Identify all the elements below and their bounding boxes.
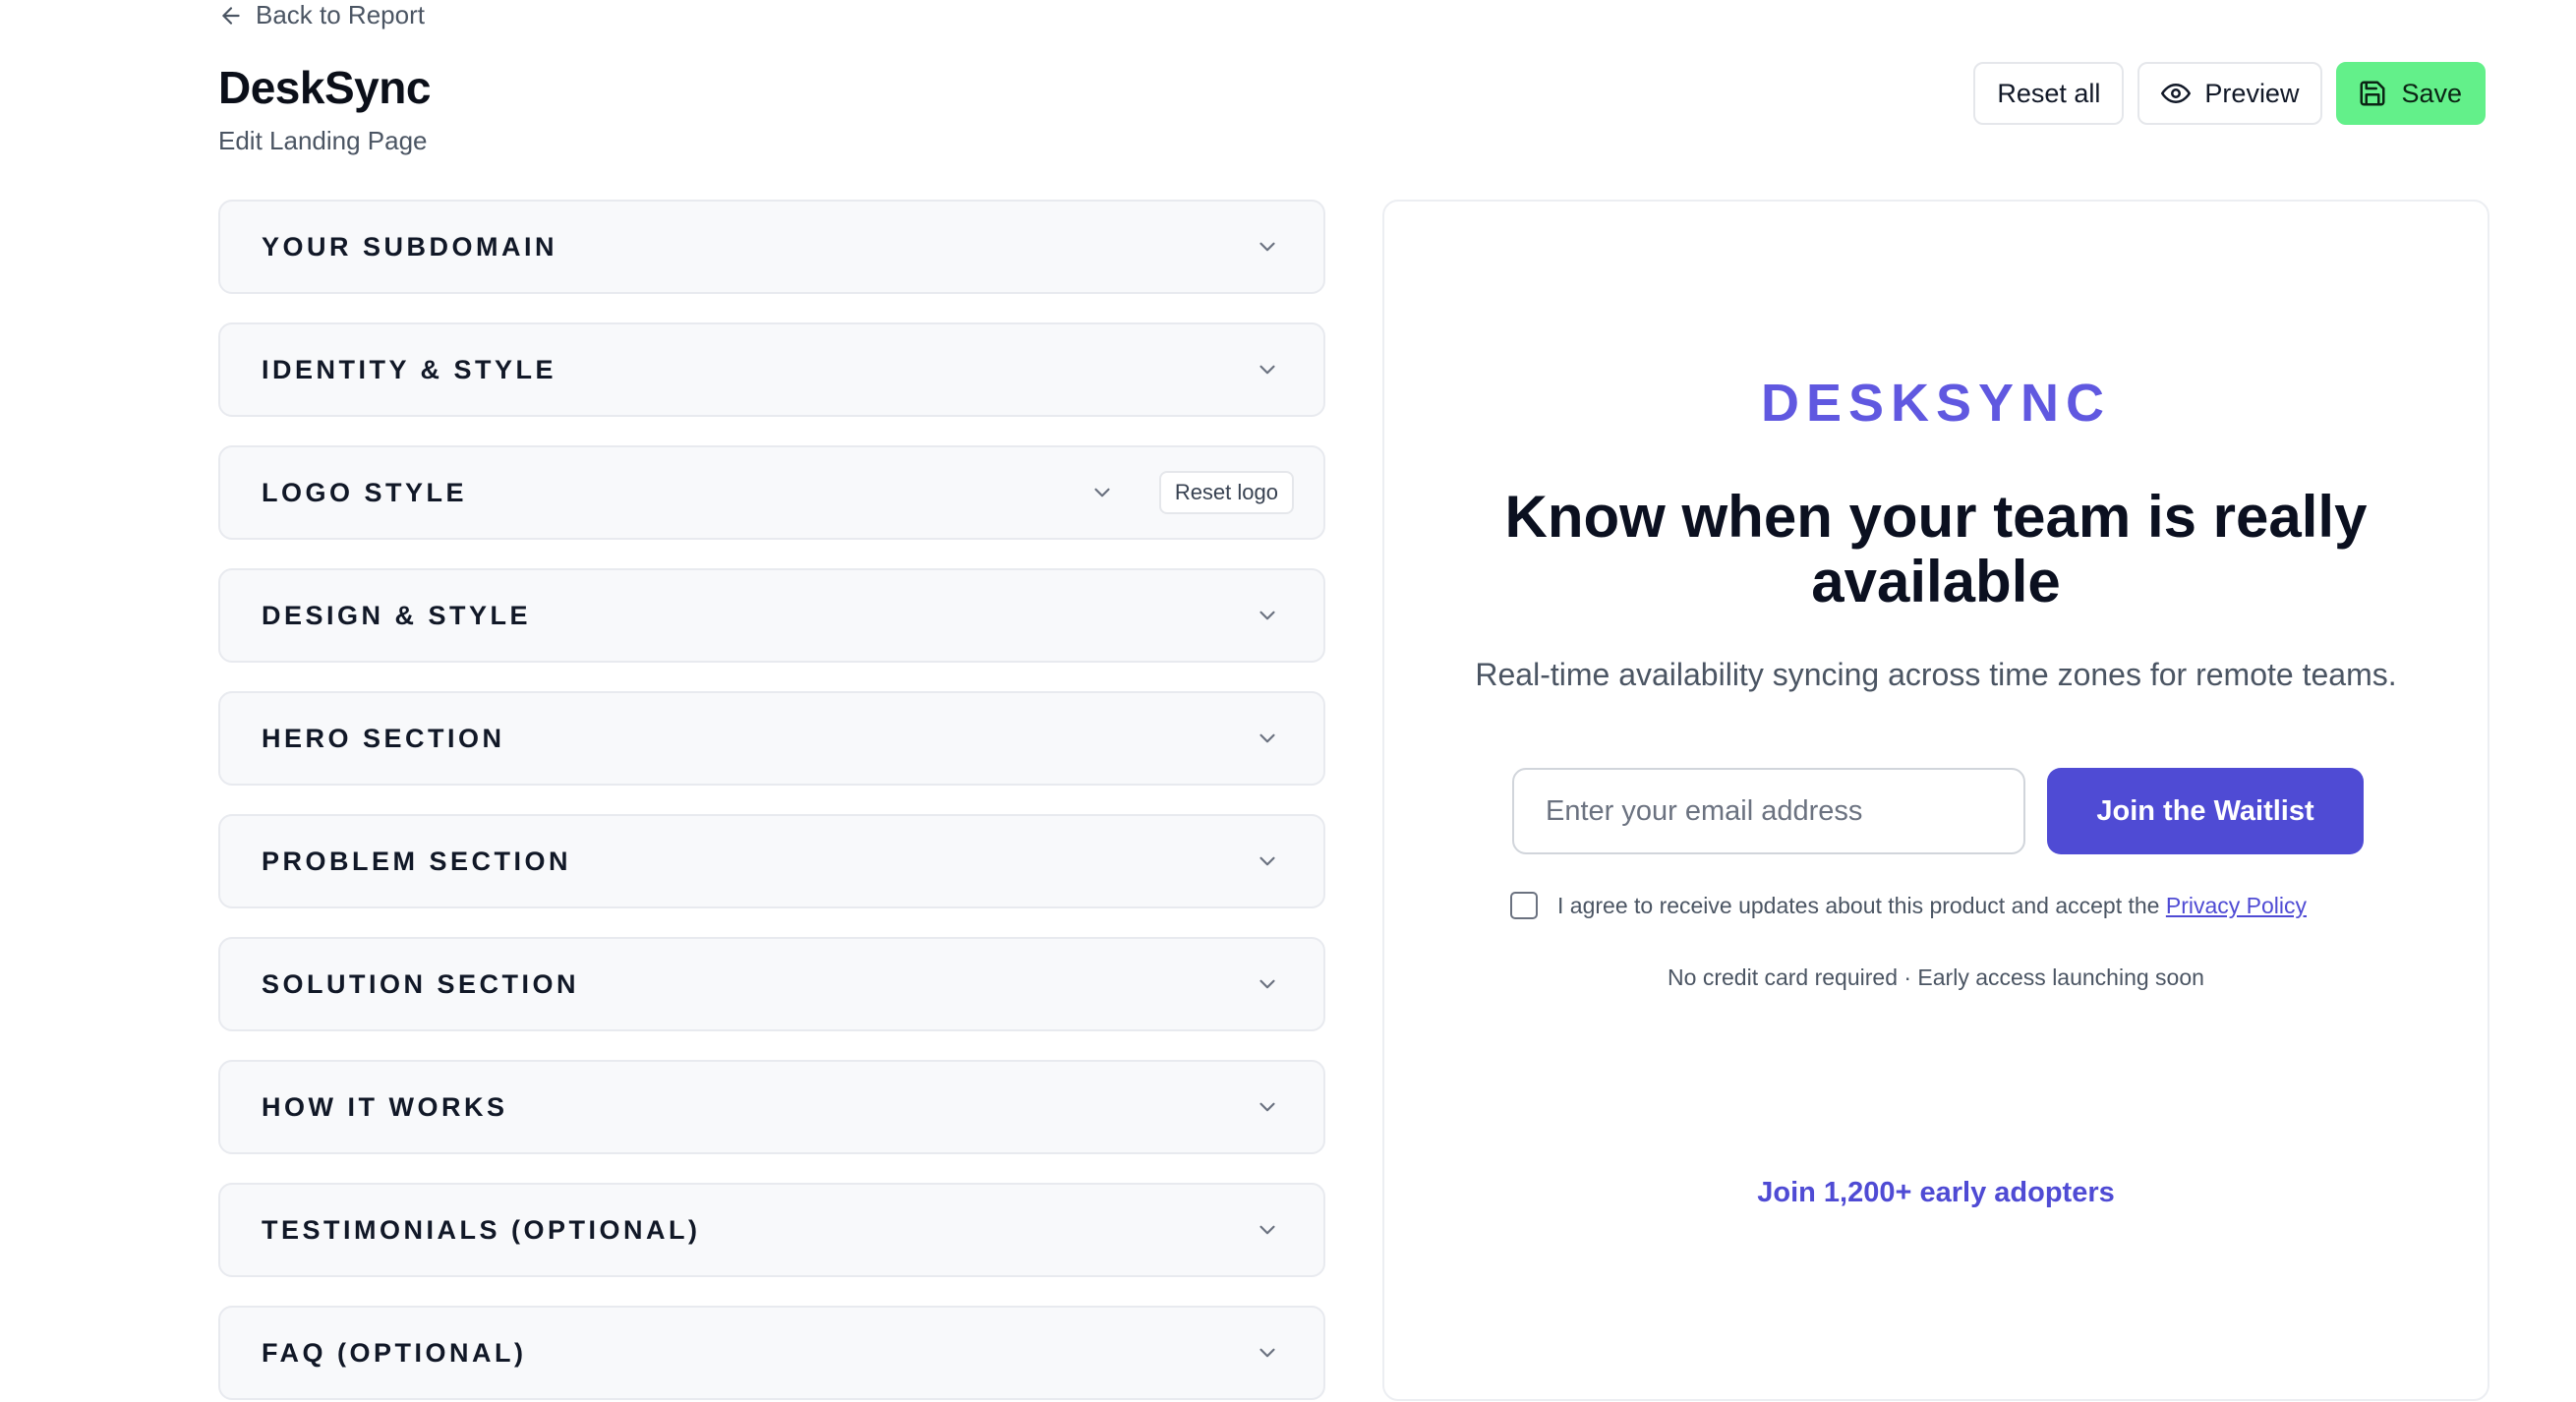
section-label: DESIGN & STYLE [262, 600, 532, 630]
chevron-down-icon [1259, 365, 1275, 375]
preview-brand-logo: DESKSYNC [1760, 374, 2112, 433]
section-faq[interactable]: FAQ (OPTIONAL) [218, 1306, 1325, 1400]
section-your-subdomain[interactable]: YOUR SUBDOMAIN [218, 200, 1325, 294]
section-label: YOUR SUBDOMAIN [262, 231, 558, 262]
section-identity-style[interactable]: IDENTITY & STYLE [218, 322, 1325, 417]
waitlist-form: Join the Waitlist [1512, 768, 2364, 854]
chevron-down-icon [1259, 1348, 1275, 1358]
section-label: HOW IT WORKS [262, 1091, 508, 1122]
chevron-down-icon [1259, 242, 1275, 252]
section-solution[interactable]: SOLUTION SECTION [218, 937, 1325, 1031]
floppy-disk-icon [2360, 81, 2385, 106]
preview-label: Preview [2204, 78, 2300, 108]
preview-headline: Know when your team is really available [1504, 484, 2368, 614]
chevron-down-icon [1259, 856, 1275, 866]
section-label: IDENTITY & STYLE [262, 354, 557, 384]
eye-icon [2161, 84, 2192, 103]
reset-logo-button[interactable]: Reset logo [1158, 471, 1294, 514]
section-design-style[interactable]: DESIGN & STYLE [218, 568, 1325, 663]
page-subtitle: Edit Landing Page [218, 126, 428, 155]
section-logo-style[interactable]: LOGO STYLE Reset logo [218, 445, 1325, 540]
back-to-report-link[interactable]: Back to Report [218, 0, 425, 30]
section-problem[interactable]: PROBLEM SECTION [218, 814, 1325, 908]
section-label: SOLUTION SECTION [262, 968, 580, 999]
landing-page-editor: Back to Report DeskSync Edit Landing Pag… [0, 0, 2576, 1402]
header-actions: Reset all Preview Save [1973, 62, 2486, 125]
preview-footnote: No credit card required · Early access l… [1668, 964, 2204, 990]
editor-sections: YOUR SUBDOMAIN IDENTITY & STYLE LOGO STY… [218, 200, 1325, 1402]
consent-checkbox[interactable] [1510, 892, 1538, 919]
chevron-down-icon [1259, 611, 1275, 620]
page-title: DeskSync [218, 62, 431, 113]
chevron-down-icon [1259, 979, 1275, 989]
preview-tagline: Real-time availability syncing across ti… [1475, 657, 2397, 692]
chevron-down-icon [1259, 1225, 1275, 1235]
section-label: TESTIMONIALS (OPTIONAL) [262, 1214, 701, 1245]
section-testimonials[interactable]: TESTIMONIALS (OPTIONAL) [218, 1183, 1325, 1277]
social-proof-text: Join 1,200+ early adopters [1757, 1177, 2115, 1208]
back-link-label: Back to Report [256, 0, 425, 29]
section-label: LOGO STYLE [262, 477, 468, 507]
chevron-down-icon [1259, 1102, 1275, 1112]
landing-page-preview: DESKSYNC Know when your team is really a… [1382, 200, 2489, 1401]
section-label: PROBLEM SECTION [262, 846, 572, 876]
section-hero[interactable]: HERO SECTION [218, 691, 1325, 786]
save-button[interactable]: Save [2336, 62, 2486, 125]
consent-label: I agree to receive updates about this pr… [1557, 892, 2160, 918]
consent-text: I agree to receive updates about this pr… [1557, 893, 2307, 919]
chevron-down-icon [1094, 488, 1110, 497]
reset-all-label: Reset all [1997, 78, 2101, 108]
join-waitlist-button[interactable]: Join the Waitlist [2047, 768, 2364, 854]
save-label: Save [2401, 78, 2462, 108]
consent-row: I agree to receive updates about this pr… [1510, 892, 2307, 919]
arrow-left-icon [222, 6, 240, 25]
section-label: FAQ (OPTIONAL) [262, 1337, 527, 1368]
email-field[interactable] [1512, 768, 2025, 854]
reset-all-button[interactable]: Reset all [1973, 62, 2125, 125]
section-label: HERO SECTION [262, 723, 505, 753]
section-how-it-works[interactable]: HOW IT WORKS [218, 1060, 1325, 1154]
privacy-policy-link[interactable]: Privacy Policy [2166, 893, 2307, 918]
preview-button[interactable]: Preview [2137, 62, 2323, 125]
chevron-down-icon [1259, 733, 1275, 743]
